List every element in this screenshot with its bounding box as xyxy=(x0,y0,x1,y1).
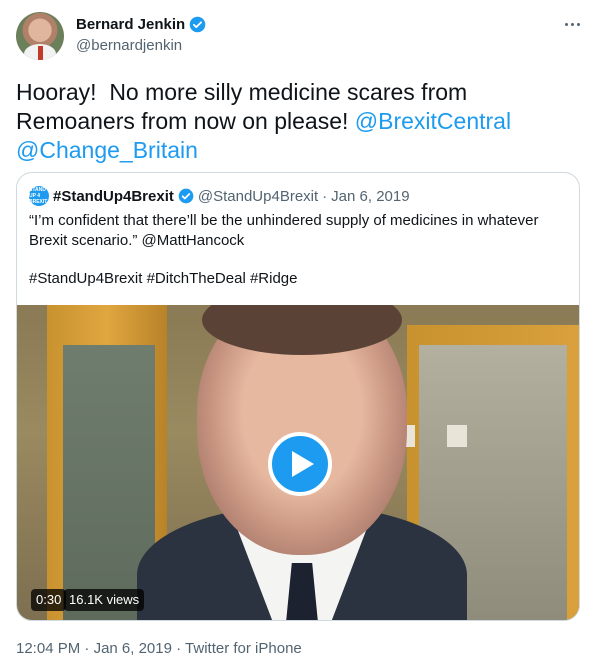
more-options-icon[interactable] xyxy=(562,14,582,34)
play-icon xyxy=(292,451,314,477)
author-avatar[interactable] xyxy=(16,12,64,60)
dot xyxy=(570,22,574,26)
video-views: 16.1K views xyxy=(64,589,145,611)
quoted-avatar[interactable]: STAND UP 4 BREXIT xyxy=(29,186,49,206)
quoted-avatar-label: STAND UP 4 BREXIT xyxy=(29,187,48,205)
author-name-row: Bernard Jenkin xyxy=(76,16,206,33)
quoted-hashtags: #StandUp4Brexit #DitchTheDeal #Ridge xyxy=(29,270,298,287)
quoted-tweet-card[interactable]: STAND UP 4 BREXIT #StandUp4Brexit @Stand… xyxy=(16,172,580,621)
verified-badge-icon xyxy=(178,188,194,204)
quoted-tweet-header: STAND UP 4 BREXIT #StandUp4Brexit @Stand… xyxy=(29,186,410,206)
quoted-separator: · xyxy=(322,187,328,205)
quoted-text: “I’m confident that there’ll be the unhi… xyxy=(29,212,539,249)
author-handle[interactable]: @bernardjenkin xyxy=(76,37,182,54)
play-button[interactable] xyxy=(268,432,332,496)
avatar-tie xyxy=(38,46,43,60)
tweet-date[interactable]: Jan 6, 2019 xyxy=(94,640,172,657)
mention-brexitcentral[interactable]: @BrexitCentral xyxy=(355,108,511,134)
verified-badge-icon xyxy=(189,16,206,33)
tweet-text: Hooray! No more silly medicine scares fr… xyxy=(16,78,582,165)
footer-separator: · xyxy=(84,640,90,657)
dot xyxy=(564,22,568,26)
author-name[interactable]: Bernard Jenkin xyxy=(76,16,185,33)
quoted-name[interactable]: #StandUp4Brexit xyxy=(53,188,174,205)
tweet-time[interactable]: 12:04 PM xyxy=(16,640,80,657)
video-sign xyxy=(447,425,467,447)
tweet-source[interactable]: Twitter for iPhone xyxy=(185,640,302,657)
footer-separator: · xyxy=(176,640,182,657)
dot xyxy=(576,22,580,26)
tweet-footer: 12:04 PM · Jan 6, 2019 · Twitter for iPh… xyxy=(16,640,302,657)
video-player[interactable]: 0:30 16.1K views xyxy=(17,305,579,620)
video-duration: 0:30 xyxy=(31,589,67,611)
quoted-handle[interactable]: @StandUp4Brexit xyxy=(198,188,318,205)
quoted-date[interactable]: Jan 6, 2019 xyxy=(331,188,409,205)
mention-change-britain[interactable]: @Change_Britain xyxy=(16,137,198,163)
